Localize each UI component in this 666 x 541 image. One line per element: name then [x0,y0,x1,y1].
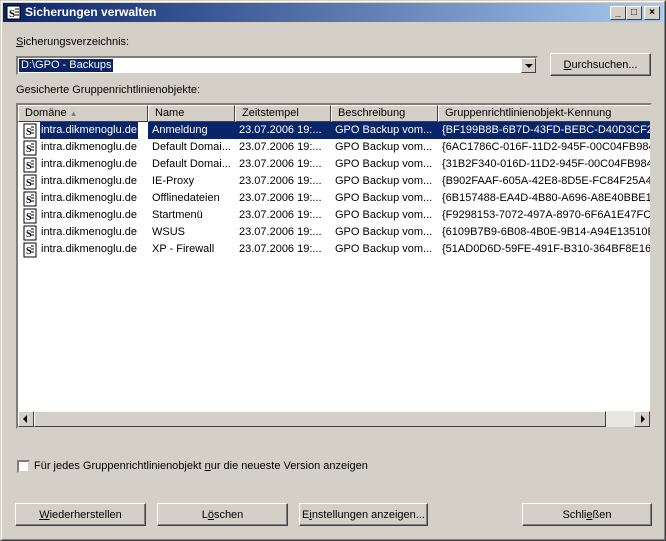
gpo-scroll-icon: S [23,140,37,156]
cell-name: Default Domai... [152,158,231,170]
backup-list[interactable]: Domäne ▲ Name Zeitstempel Beschreibung G… [16,103,652,429]
cell-timestamp: 23.07.2006 19:... [239,192,322,204]
cell-name: IE-Proxy [152,175,195,187]
cell-domain: intra.dikmenoglu.de [41,158,138,170]
gpo-app-icon: S [6,5,21,20]
table-row[interactable]: Sintra.dikmenoglu.de Default Domai... 23.0… [18,156,650,173]
cell-description: GPO Backup vom... [331,122,442,139]
table-row[interactable]: Sintra.dikmenoglu.de WSUS 23.07.2006 19:..… [18,224,650,241]
dialog-window: S Sicherungen verwalten _ □ × Sicherungs… [0,0,666,541]
directory-combobox[interactable]: D:\GPO - Backups [16,56,538,75]
table-row[interactable]: Sintra.dikmenoglu.de IE-Proxy 23.07.2006 1… [18,173,650,190]
cell-gpo-id: {6AC1786C-016F-11D2-945F-00C04FB984F [442,141,652,153]
gpo-scroll-icon: S [23,225,37,241]
sort-ascending-icon: ▲ [69,109,78,118]
browse-button[interactable]: Durchsuchen... [550,53,651,76]
column-header-name[interactable]: Name [148,105,235,122]
cell-gpo-id: {6109B7B9-6B08-4B0E-9B14-A94E13510E [442,226,652,238]
column-header-gpo-id[interactable]: Gruppenrichtlinienobjekt-Kennung [438,105,650,122]
gpo-scroll-icon: S [23,123,37,139]
table-row[interactable]: Sintra.dikmenoglu.de Anmeldung 23.07.2006 … [18,122,650,139]
cell-gpo-id: {51AD0D6D-59FE-491F-B310-364BF8E168 [442,243,652,255]
gpo-scroll-icon: S [23,208,37,224]
scroll-right-button[interactable] [634,411,650,427]
directory-value: D:\GPO - Backups [19,59,114,72]
cell-timestamp: 23.07.2006 19:... [239,158,322,170]
cell-timestamp: 23.07.2006 19:... [239,243,322,255]
svg-text:S: S [9,8,15,20]
gpo-scroll-icon: S [23,191,37,207]
cell-timestamp: 23.07.2006 19:... [239,175,322,187]
cell-timestamp: 23.07.2006 19:... [239,226,322,238]
cell-timestamp: 23.07.2006 19:... [235,122,335,139]
scroll-left-button[interactable] [18,411,34,427]
cell-domain: intra.dikmenoglu.de [41,226,138,238]
cell-gpo-id: {6B157488-EA4D-4B80-A696-A8E40BBE1F [442,192,652,204]
cell-gpo-id: {F9298153-7072-497A-8970-6F6A1E47FCD [442,209,652,221]
horizontal-scrollbar[interactable] [18,411,650,427]
arrow-left-icon [23,415,27,423]
cell-description: GPO Backup vom... [335,226,433,238]
cell-timestamp: 23.07.2006 19:... [239,141,322,153]
cell-name: XP - Firewall [152,243,215,255]
cell-gpo-id: {31B2F340-016D-11D2-945F-00C04FB984F [442,158,652,170]
column-header-description[interactable]: Beschreibung [331,105,438,122]
close-window-button[interactable]: × [644,6,660,20]
arrow-right-icon [641,415,645,423]
cell-gpo-id: {B902FAAF-605A-42E8-8D5E-FC84F25A41 [442,175,652,187]
window-title: Sicherungen verwalten [25,5,157,19]
backup-list-label: Gesicherte Gruppenrichtlinienobjekte: [16,84,201,96]
table-row[interactable]: Sintra.dikmenoglu.de Default Domai... 23.0… [18,139,650,156]
cell-description: GPO Backup vom... [335,243,433,255]
cell-domain: intra.dikmenoglu.de [41,175,138,187]
list-header: Domäne ▲ Name Zeitstempel Beschreibung G… [18,105,650,122]
cell-domain: intra.dikmenoglu.de [41,192,138,204]
cell-domain: intra.dikmenoglu.de [41,141,138,153]
close-button[interactable]: Schließen [522,503,652,526]
cell-description: GPO Backup vom... [335,192,433,204]
table-row[interactable]: Sintra.dikmenoglu.de XP - Firewall 23.07.2… [18,241,650,258]
scroll-thumb[interactable] [34,411,606,427]
table-row[interactable]: Sintra.dikmenoglu.de Startmenü 23.07.2006 … [18,207,650,224]
column-header-domain[interactable]: Domäne ▲ [18,105,148,122]
newest-only-checkbox[interactable] [17,460,30,473]
cell-domain: intra.dikmenoglu.de [41,243,138,255]
title-bar[interactable]: S Sicherungen verwalten _ □ × [3,3,663,22]
minimize-button[interactable]: _ [610,6,626,20]
cell-timestamp: 23.07.2006 19:... [239,209,322,221]
directory-label: Sicherungsverzeichnis: [16,36,130,48]
cell-name: Anmeldung [148,122,239,139]
gpo-scroll-icon: S [23,174,37,190]
maximize-button[interactable]: □ [626,6,642,20]
table-row[interactable]: Sintra.dikmenoglu.de Offlinedateien 23.07.… [18,190,650,207]
cell-name: WSUS [152,226,185,238]
cell-description: GPO Backup vom... [335,158,433,170]
newest-only-label[interactable]: Für jedes Gruppenrichtlinienobjekt nur d… [34,460,368,472]
show-settings-button[interactable]: Einstellungen anzeigen... [299,503,428,526]
restore-button[interactable]: Wiederherstellen [15,503,146,526]
gpo-scroll-icon: S [23,242,37,258]
cell-description: GPO Backup vom... [335,141,433,153]
chevron-down-icon[interactable] [521,58,536,73]
cell-description: GPO Backup vom... [335,209,433,221]
delete-button[interactable]: Löschen [157,503,288,526]
cell-gpo-id: {BF199B8B-6B7D-43FD-BEBC-D40D3CF2C [438,122,650,139]
cell-domain: intra.dikmenoglu.de [40,122,139,139]
cell-description: GPO Backup vom... [335,175,433,187]
cell-name: Startmenü [152,209,203,221]
cell-name: Default Domai... [152,141,231,153]
cell-domain: intra.dikmenoglu.de [41,209,138,221]
cell-name: Offlinedateien [152,192,220,204]
column-header-timestamp[interactable]: Zeitstempel [235,105,331,122]
gpo-scroll-icon: S [23,157,37,173]
